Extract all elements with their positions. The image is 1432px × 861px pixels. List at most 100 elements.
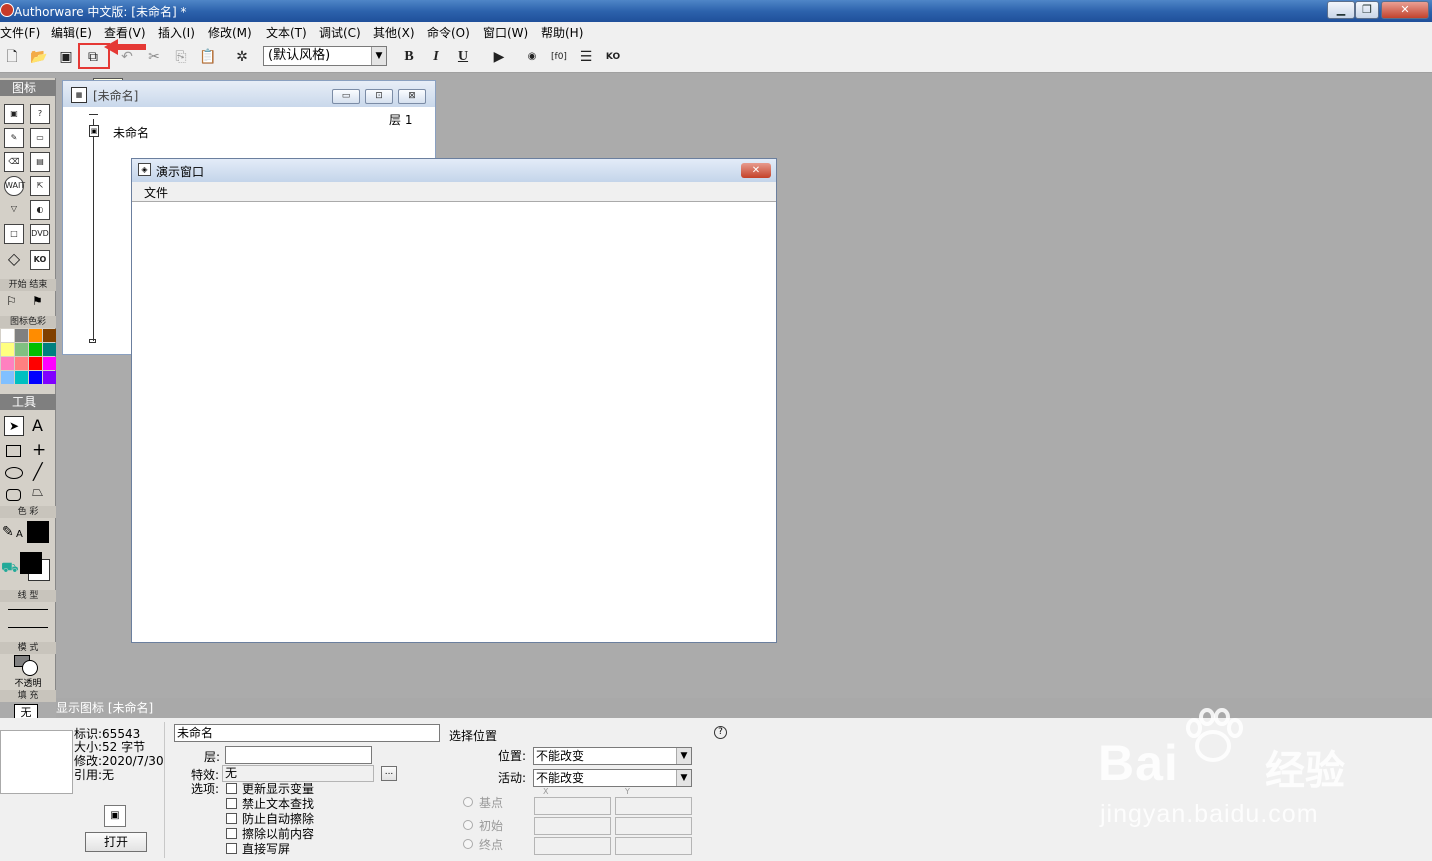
- icon-color-swatch[interactable]: [15, 357, 28, 370]
- display-icon[interactable]: ▣: [4, 104, 24, 124]
- icon-color-swatch[interactable]: [1, 357, 14, 370]
- menu-edit[interactable]: 编辑(E): [51, 24, 92, 41]
- option-checkbox[interactable]: [226, 783, 237, 794]
- polygon-tool-icon[interactable]: ⏢: [32, 484, 43, 500]
- effect-browse-button[interactable]: ...: [381, 766, 397, 781]
- menu-modify[interactable]: 修改(M): [208, 24, 252, 41]
- menu-file[interactable]: 文件(F): [0, 24, 40, 41]
- line-color-swatch[interactable]: [27, 521, 49, 543]
- icon-color-swatch[interactable]: [29, 329, 42, 342]
- framework-icon[interactable]: ▤: [30, 152, 50, 172]
- icon-color-swatch[interactable]: [15, 371, 28, 384]
- find-icon[interactable]: ✲: [231, 46, 253, 68]
- menu-window[interactable]: 窗口(W): [483, 24, 528, 41]
- menu-text[interactable]: 文本(T): [266, 24, 307, 41]
- cut-icon[interactable]: ✂: [143, 46, 165, 68]
- end-flag-icon[interactable]: ⚑: [32, 294, 43, 308]
- base-radio[interactable]: [463, 797, 473, 807]
- icon-color-swatch[interactable]: [15, 329, 28, 342]
- pointer-tool-icon[interactable]: ➤: [4, 416, 24, 436]
- presentation-canvas[interactable]: [132, 203, 776, 642]
- icon-color-swatch[interactable]: [1, 371, 14, 384]
- initial-y-input[interactable]: [615, 817, 692, 835]
- icon-color-swatch[interactable]: [1, 343, 14, 356]
- icon-color-swatch[interactable]: [43, 343, 56, 356]
- ellipse-tool-icon[interactable]: [5, 467, 23, 479]
- close-icon[interactable]: ⊠: [398, 89, 426, 104]
- mode-front-circle[interactable]: [22, 660, 38, 676]
- rectangle-tool-icon[interactable]: [6, 445, 21, 457]
- menu-command[interactable]: 命令(O): [427, 24, 470, 41]
- flow-node-name[interactable]: 未命名: [113, 124, 149, 141]
- close-icon[interactable]: ✕: [1381, 1, 1429, 19]
- foreground-color-swatch[interactable]: [20, 552, 42, 574]
- help-icon[interactable]: ?: [714, 726, 727, 739]
- minimize-icon[interactable]: ▭: [332, 89, 360, 104]
- control-panel-icon[interactable]: ◉: [521, 46, 543, 68]
- italic-button[interactable]: I: [425, 46, 447, 68]
- functions-icon[interactable]: [f0]: [548, 46, 570, 68]
- save-all-icon[interactable]: ▣: [55, 46, 77, 68]
- menu-insert[interactable]: 插入(I): [158, 24, 195, 41]
- cross-line-tool-icon[interactable]: +: [32, 440, 46, 460]
- decision-icon[interactable]: ▽: [4, 200, 24, 220]
- new-file-icon[interactable]: 🗋: [1, 46, 23, 68]
- option-checkbox[interactable]: [226, 828, 237, 839]
- option-checkbox[interactable]: [226, 798, 237, 809]
- icon-color-swatch[interactable]: [15, 343, 28, 356]
- paste-icon[interactable]: 📋: [197, 46, 219, 68]
- start-flag-icon[interactable]: ◇: [4, 250, 24, 270]
- icon-color-swatch[interactable]: [29, 343, 42, 356]
- chevron-down-icon[interactable]: ▼: [676, 770, 691, 786]
- initial-x-input[interactable]: [534, 817, 611, 835]
- base-y-input[interactable]: [615, 797, 692, 815]
- copy-icon[interactable]: ⎘: [170, 46, 192, 68]
- layer-input[interactable]: [225, 746, 372, 764]
- run-icon[interactable]: ▶: [488, 46, 510, 68]
- option-checkbox[interactable]: [226, 813, 237, 824]
- video-icon[interactable]: ⇱: [30, 176, 50, 196]
- sound-icon[interactable]: ◐: [30, 200, 50, 220]
- display-icon[interactable]: ▣: [104, 805, 126, 827]
- calculation-icon[interactable]: ✎: [4, 128, 24, 148]
- line-style-thin[interactable]: [8, 609, 48, 610]
- dvd-icon[interactable]: DVD: [30, 224, 50, 244]
- open-button[interactable]: 打开: [85, 832, 147, 852]
- icon-color-swatch[interactable]: [43, 371, 56, 384]
- menu-other[interactable]: 其他(X): [373, 24, 415, 41]
- fill-bucket-icon[interactable]: ⛟: [1, 560, 19, 578]
- pencil-color-icon[interactable]: ✎: [2, 524, 14, 540]
- rounded-rect-tool-icon[interactable]: [6, 489, 21, 501]
- active-select[interactable]: 不能改变 ▼: [533, 769, 692, 787]
- bold-button[interactable]: B: [398, 46, 420, 68]
- end-y-input[interactable]: [615, 837, 692, 855]
- initial-radio[interactable]: [463, 820, 473, 830]
- icon-color-swatch[interactable]: [29, 357, 42, 370]
- presentation-menu-file[interactable]: 文件: [144, 184, 168, 201]
- base-x-input[interactable]: [534, 797, 611, 815]
- chevron-down-icon[interactable]: ▼: [676, 748, 691, 764]
- option-checkbox[interactable]: [226, 843, 237, 854]
- navigate-icon[interactable]: ▭: [30, 128, 50, 148]
- minimize-icon[interactable]: ▁: [1327, 1, 1355, 19]
- chevron-down-icon[interactable]: ▼: [371, 47, 386, 65]
- design-window-header[interactable]: ▦ [未命名] ▭ ⊡ ⊠: [63, 81, 435, 107]
- position-select[interactable]: 不能改变 ▼: [533, 747, 692, 765]
- icon-color-swatch[interactable]: [29, 371, 42, 384]
- wait-icon[interactable]: WAIT: [4, 176, 25, 196]
- end-x-input[interactable]: [534, 837, 611, 855]
- menu-debug[interactable]: 调试(C): [319, 24, 361, 41]
- icon-color-swatch[interactable]: [43, 357, 56, 370]
- maximize-icon[interactable]: ⊡: [365, 89, 393, 104]
- display-icon[interactable]: ▣: [89, 125, 99, 137]
- variables-icon[interactable]: ☰: [575, 46, 597, 68]
- text-style-select[interactable]: (默认风格) ▼: [263, 46, 387, 66]
- icon-color-swatch[interactable]: [1, 329, 14, 342]
- erase-icon[interactable]: ⌫: [4, 152, 24, 172]
- close-icon[interactable]: ✕: [741, 163, 771, 178]
- icon-name-input[interactable]: 未命名: [174, 724, 440, 742]
- interaction-icon[interactable]: ?: [30, 104, 50, 124]
- restore-icon[interactable]: ❐: [1355, 1, 1379, 19]
- end-radio[interactable]: [463, 839, 473, 849]
- diagonal-line-tool-icon[interactable]: ╱: [33, 462, 43, 481]
